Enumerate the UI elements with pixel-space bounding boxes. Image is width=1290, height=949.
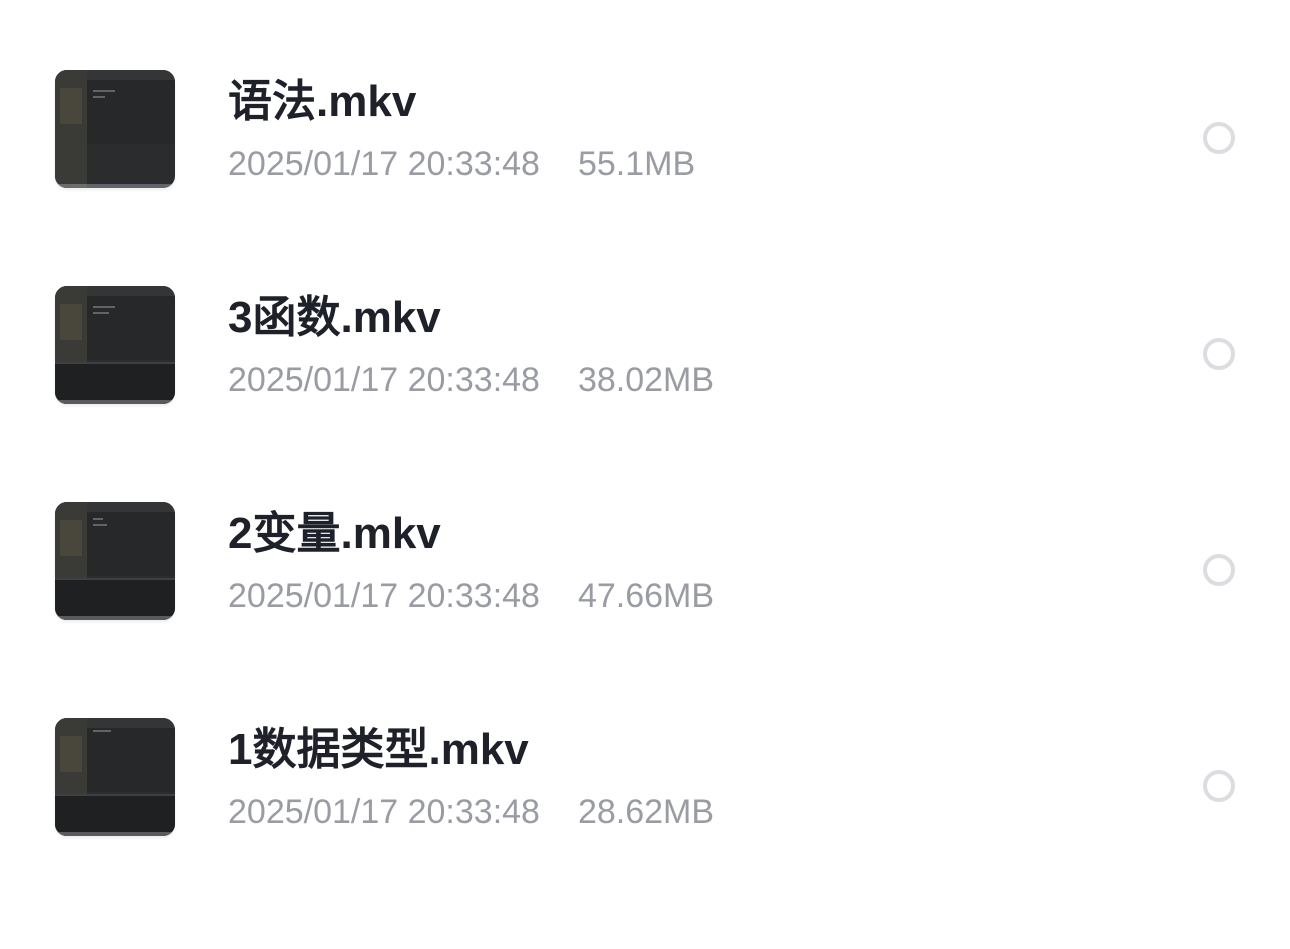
file-size: 47.66MB — [577, 577, 715, 615]
file-size: 38.02MB — [577, 361, 715, 399]
file-meta: 2025/01/17 20:33:48 47.66MB — [228, 576, 714, 616]
file-datetime: 2025/01/17 20:33:48 — [228, 793, 540, 831]
video-thumbnail-icon — [55, 718, 175, 836]
select-radio[interactable] — [1203, 770, 1235, 802]
file-name: 1数据类型.mkv — [228, 725, 529, 774]
video-thumbnail-icon — [55, 70, 175, 188]
file-datetime: 2025/01/17 20:33:48 — [228, 145, 540, 183]
file-size: 28.62MB — [577, 793, 715, 831]
file-row[interactable]: 1数据类型.mkv 2025/01/17 20:33:48 28.62MB — [0, 648, 1290, 864]
file-datetime: 2025/01/17 20:33:48 — [228, 577, 540, 615]
select-radio[interactable] — [1203, 554, 1235, 586]
file-list: 语法.mkv 2025/01/17 20:33:48 55.1MB 3函数.mkv… — [0, 0, 1290, 949]
file-meta: 2025/01/17 20:33:48 28.62MB — [228, 792, 714, 832]
file-name: 2变量.mkv — [228, 509, 441, 558]
file-meta: 2025/01/17 20:33:48 55.1MB — [228, 144, 695, 184]
file-row[interactable]: 3函数.mkv 2025/01/17 20:33:48 38.02MB — [0, 216, 1290, 432]
video-thumbnail-icon — [55, 286, 175, 404]
file-size: 55.1MB — [577, 145, 696, 183]
file-datetime: 2025/01/17 20:33:48 — [228, 361, 540, 399]
file-name: 3函数.mkv — [228, 293, 441, 342]
file-meta: 2025/01/17 20:33:48 38.02MB — [228, 360, 714, 400]
select-radio[interactable] — [1203, 338, 1235, 370]
select-radio[interactable] — [1203, 122, 1235, 154]
file-row[interactable]: 2变量.mkv 2025/01/17 20:33:48 47.66MB — [0, 432, 1290, 648]
file-name: 语法.mkv — [228, 77, 417, 126]
file-row[interactable]: 语法.mkv 2025/01/17 20:33:48 55.1MB — [0, 0, 1290, 216]
video-thumbnail-icon — [55, 502, 175, 620]
